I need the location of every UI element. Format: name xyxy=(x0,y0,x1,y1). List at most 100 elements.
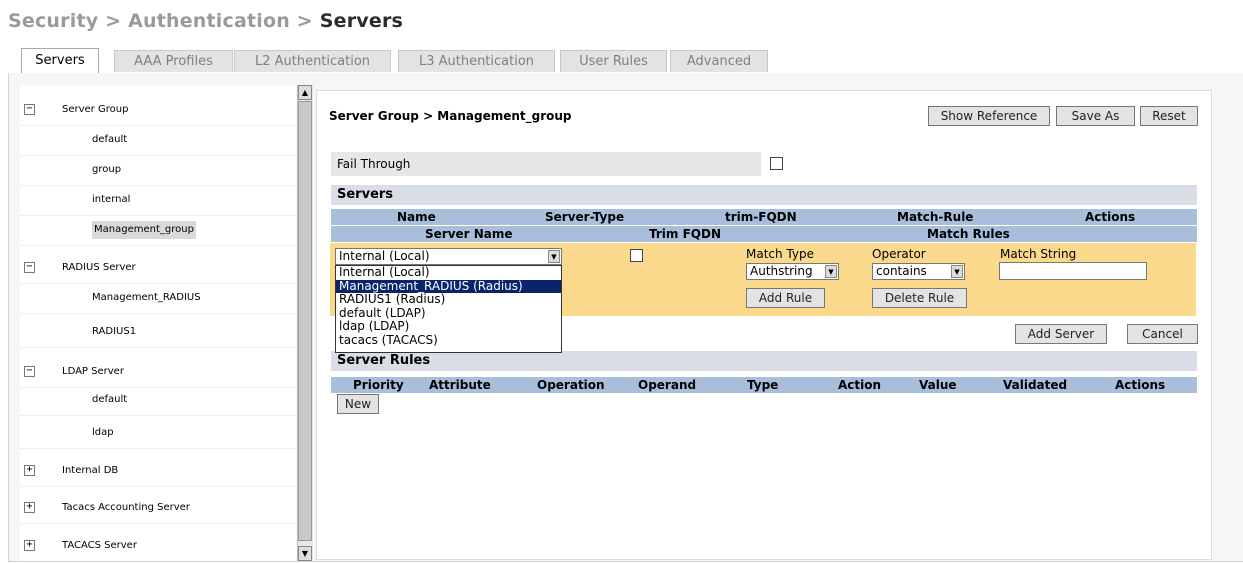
scroll-down-icon[interactable]: ▼ xyxy=(298,546,312,561)
tree-group-radius-server[interactable]: − RADIUS Server xyxy=(20,253,296,284)
match-type-select[interactable]: Authstring ▼ xyxy=(746,263,839,280)
breadcrumb-security[interactable]: Security xyxy=(8,10,98,32)
tree-label[interactable]: default xyxy=(92,125,127,155)
server-rules-section-header: Server Rules xyxy=(331,351,1197,371)
tree-label[interactable]: Server Group xyxy=(62,95,128,125)
scroll-thumb[interactable] xyxy=(298,101,312,541)
column-header: Operation xyxy=(537,378,605,392)
collapse-icon[interactable]: − xyxy=(24,262,35,273)
expand-icon[interactable]: + xyxy=(24,540,35,551)
fail-through-checkbox[interactable] xyxy=(770,157,783,170)
tree-label[interactable]: default xyxy=(92,385,127,415)
tree-group-ldap-server[interactable]: − LDAP Server xyxy=(20,357,296,388)
operator-select[interactable]: contains ▼ xyxy=(872,263,965,280)
column-header: Actions xyxy=(1115,378,1166,392)
breadcrumb-separator: > xyxy=(98,10,129,32)
operator-select-value: contains xyxy=(876,264,927,278)
panel-title: Server Group > Management_group xyxy=(329,109,572,123)
tree-group-internal-db[interactable]: + Internal DB xyxy=(20,456,296,487)
breadcrumb: Security > Authentication > Servers xyxy=(8,10,403,32)
tree-item-group[interactable]: group xyxy=(20,155,296,186)
tree-group-tacacs-server[interactable]: + TACACS Server xyxy=(20,531,296,561)
show-reference-button[interactable]: Show Reference xyxy=(928,106,1050,126)
tree-label[interactable]: RADIUS1 xyxy=(92,317,136,347)
tab-user-rules[interactable]: User Rules xyxy=(560,50,667,72)
column-header: Priority xyxy=(353,378,404,392)
tab-aaa-profiles[interactable]: AAA Profiles xyxy=(114,50,233,72)
tree-item-ldap[interactable]: ldap xyxy=(20,418,296,449)
tree-item-ldap-default[interactable]: default xyxy=(20,385,296,416)
servers-section-header: Servers xyxy=(331,185,1197,205)
tree-item-management-radius[interactable]: Management_RADIUS xyxy=(20,283,296,314)
dropdown-option[interactable]: tacacs (TACACS) xyxy=(336,333,561,348)
save-as-button[interactable]: Save As xyxy=(1056,106,1135,126)
tree-label[interactable]: ldap xyxy=(92,418,114,448)
match-type-select-value: Authstring xyxy=(750,264,813,278)
match-string-input[interactable] xyxy=(999,262,1147,280)
match-string-label: Match String xyxy=(1000,247,1077,261)
column-header: trim-FQDN xyxy=(725,210,797,224)
column-header: Name xyxy=(397,210,436,224)
column-header: Value xyxy=(919,378,957,392)
tab-l2-authentication[interactable]: L2 Authentication xyxy=(234,50,391,72)
new-rule-button[interactable]: New xyxy=(337,394,379,414)
add-server-button[interactable]: Add Server xyxy=(1015,324,1107,344)
tree-label[interactable]: internal xyxy=(92,185,130,215)
scroll-up-icon[interactable]: ▲ xyxy=(298,85,312,100)
column-header: Match-Rule xyxy=(897,210,974,224)
tree-item-management-group[interactable]: Management_group xyxy=(20,215,296,246)
tree-label[interactable]: Tacacs Accounting Server xyxy=(62,493,190,523)
breadcrumb-separator: > xyxy=(289,10,320,32)
dropdown-arrow-icon[interactable]: ▼ xyxy=(825,265,837,278)
add-rule-button[interactable]: Add Rule xyxy=(746,288,825,308)
dropdown-option[interactable]: ldap (LDAP) xyxy=(336,320,561,334)
expand-icon[interactable]: + xyxy=(24,465,35,476)
column-header: Action xyxy=(838,378,882,392)
cancel-button[interactable]: Cancel xyxy=(1127,324,1198,344)
server-name-select-value: Internal (Local) xyxy=(339,249,430,263)
tree-label[interactable]: Management_RADIUS xyxy=(92,283,201,313)
tree-group-server-group[interactable]: − Server Group xyxy=(20,95,296,126)
tree-label[interactable]: RADIUS Server xyxy=(62,253,136,283)
dropdown-option[interactable]: RADIUS1 (Radius) xyxy=(336,293,561,307)
server-rules-table-header: Priority Attribute Operation Operand Typ… xyxy=(331,377,1197,393)
tree-item-radius1[interactable]: RADIUS1 xyxy=(20,317,296,348)
tree-item-internal[interactable]: internal xyxy=(20,185,296,216)
column-header: Attribute xyxy=(429,378,491,392)
match-type-label: Match Type xyxy=(746,247,814,261)
dropdown-arrow-icon[interactable]: ▼ xyxy=(548,250,560,263)
server-name-dropdown-list[interactable]: Internal (Local) Management_RADIUS (Radi… xyxy=(335,265,562,353)
tree-group-tacacs-accounting[interactable]: + Tacacs Accounting Server xyxy=(20,493,296,524)
server-name-select[interactable]: Internal (Local) ▼ xyxy=(335,248,562,265)
column-header: Actions xyxy=(1085,210,1136,224)
tree-label[interactable]: Management_group xyxy=(92,221,196,239)
tree-item-default[interactable]: default xyxy=(20,125,296,156)
tree-label[interactable]: TACACS Server xyxy=(62,531,137,561)
delete-rule-button[interactable]: Delete Rule xyxy=(872,288,967,308)
breadcrumb-authentication[interactable]: Authentication xyxy=(128,10,290,32)
dropdown-arrow-icon[interactable]: ▼ xyxy=(951,265,963,278)
tree-label[interactable]: Internal DB xyxy=(62,456,118,486)
expand-icon[interactable]: + xyxy=(24,502,35,513)
collapse-icon[interactable]: − xyxy=(24,104,35,115)
collapse-icon[interactable]: − xyxy=(24,366,35,377)
dropdown-option[interactable]: Internal (Local) xyxy=(336,265,561,280)
trim-fqdn-checkbox[interactable] xyxy=(630,249,643,262)
column-header: Validated xyxy=(1003,378,1068,392)
column-header: Trim FQDN xyxy=(649,227,721,241)
dropdown-option-highlighted[interactable]: Management_RADIUS (Radius) xyxy=(336,279,561,294)
tree-label[interactable]: group xyxy=(92,155,121,185)
reset-button[interactable]: Reset xyxy=(1140,106,1198,126)
tab-servers[interactable]: Servers xyxy=(21,48,99,73)
column-header: Match Rules xyxy=(927,227,1010,241)
page-title: Servers xyxy=(319,10,404,32)
tab-advanced[interactable]: Advanced xyxy=(670,50,768,72)
tab-l3-authentication[interactable]: L3 Authentication xyxy=(398,50,555,72)
tab-bar: Servers AAA Profiles L2 Authentication L… xyxy=(8,48,1242,74)
server-tree: − Server Group default group internal Ma… xyxy=(20,85,296,561)
tree-label[interactable]: LDAP Server xyxy=(62,357,124,387)
dropdown-option[interactable]: default (LDAP) xyxy=(336,306,561,321)
column-header: Operand xyxy=(638,378,697,392)
tree-scrollbar[interactable]: ▲ ▼ xyxy=(297,85,313,561)
servers-table-header: Name Server-Type trim-FQDN Match-Rule Ac… xyxy=(331,209,1197,225)
